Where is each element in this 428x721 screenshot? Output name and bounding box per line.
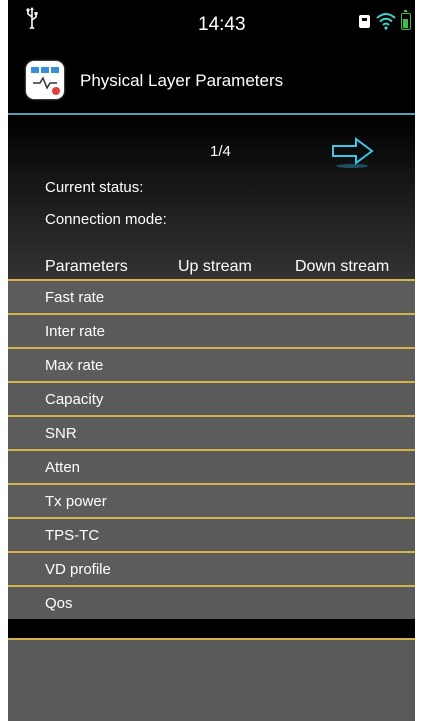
parameters-table: Fast rate Inter rate Max rate Capacity S… [8, 279, 415, 619]
table-row: SNR [8, 415, 415, 449]
usb-icon [26, 7, 38, 29]
table-row: Capacity [8, 381, 415, 415]
column-header-down-stream: Down stream [295, 258, 390, 275]
table-empty-area [8, 638, 415, 721]
row-label-qos: Qos [45, 595, 73, 612]
connection-mode-label: Connection mode: [45, 211, 167, 228]
column-header-parameters: Parameters [45, 258, 128, 275]
row-label-atten: Atten [45, 459, 81, 476]
status-bar: 14:43 [8, 0, 415, 48]
table-row: TPS-TC [8, 517, 415, 551]
row-label-max-rate: Max rate [45, 357, 104, 374]
table-row: Atten [8, 449, 415, 483]
table-row: Qos [8, 585, 415, 619]
wifi-icon [376, 13, 396, 30]
row-label-vd-profile: VD profile [45, 561, 111, 578]
table-row: VD profile [8, 551, 415, 585]
table-row: Inter rate [8, 313, 415, 347]
row-label-fast-rate: Fast rate [45, 289, 105, 306]
row-label-capacity: Capacity [45, 391, 104, 408]
table-row: Fast rate [8, 279, 415, 313]
row-label-inter-rate: Inter rate [45, 323, 106, 340]
battery-icon [401, 10, 411, 30]
phone-screen: 14:43 Physical Layer Parameters 1/4 Curr… [8, 0, 415, 721]
row-label-snr: SNR [45, 425, 77, 442]
page-title: Physical Layer Parameters [80, 71, 284, 90]
table-row: Max rate [8, 347, 415, 381]
current-status-label: Current status: [45, 179, 144, 196]
physical-layer-app-icon [26, 61, 64, 99]
sim-card-icon [359, 15, 370, 28]
table-row: Tx power [8, 483, 415, 517]
status-header: 1/4 Current status: Connection mode: Par… [8, 116, 415, 280]
column-header-up-stream: Up stream [178, 258, 252, 275]
clock: 14:43 [198, 14, 246, 35]
title-divider [8, 113, 415, 115]
right-arrow-icon[interactable] [330, 135, 376, 169]
row-label-tx-power: Tx power [45, 493, 107, 510]
page-indicator: 1/4 [210, 143, 231, 160]
title-bar: Physical Layer Parameters [8, 52, 415, 114]
row-label-tps-tc: TPS-TC [45, 527, 100, 544]
